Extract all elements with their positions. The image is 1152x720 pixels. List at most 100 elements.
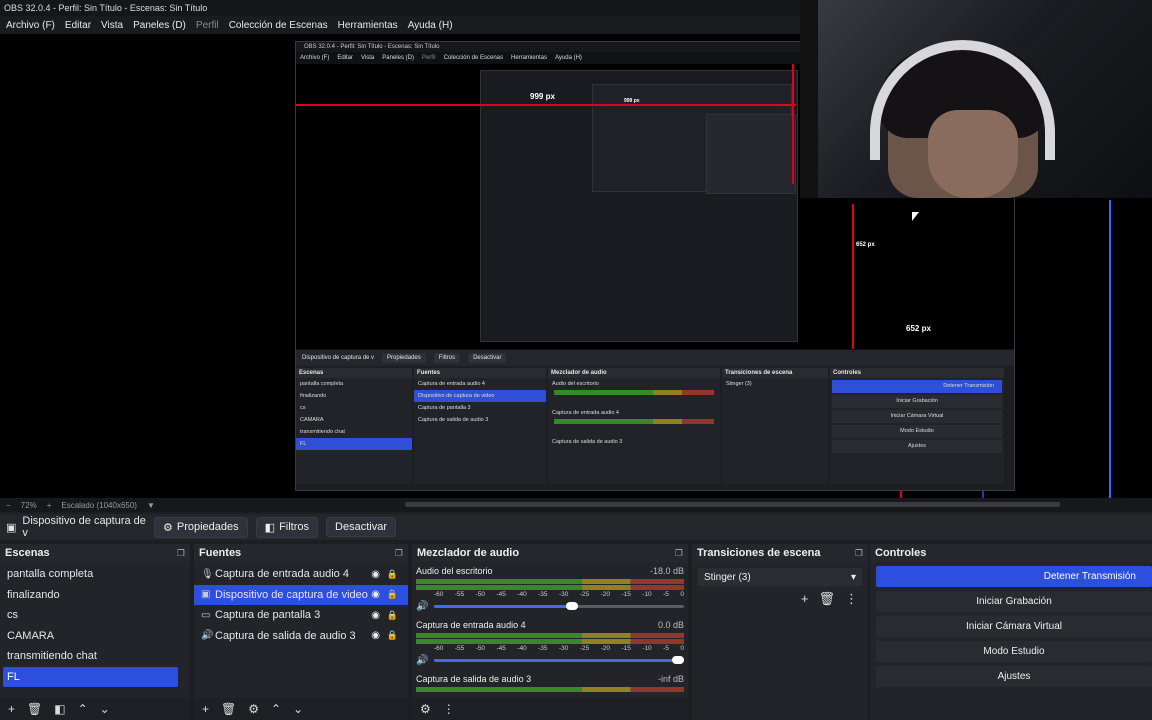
transition-select[interactable]: Stinger (3) ▾ (698, 568, 862, 586)
stop-streaming-button[interactable]: Detener Transmisión (876, 566, 1152, 587)
speaker-icon[interactable]: 🔊 (416, 655, 430, 666)
menu-vista[interactable]: Vista (101, 20, 123, 31)
menu-herramientas[interactable]: Herramientas (338, 20, 398, 31)
tick: -10 (642, 591, 652, 598)
scenes-header: Escenas ❐ (0, 544, 190, 562)
nested-source: Captura de salida de audio 3 (418, 417, 489, 423)
nested-scene: finalizando (300, 393, 327, 399)
start-virtual-camera-button[interactable]: Iniciar Cámara Virtual (876, 616, 1152, 637)
lock-icon[interactable]: 🔒 (387, 569, 398, 580)
studio-mode-button[interactable]: Modo Estudio (876, 641, 1152, 662)
volume-knob[interactable] (672, 656, 684, 664)
eye-icon[interactable]: ◉ (371, 630, 380, 641)
add-icon[interactable]: + (8, 702, 15, 716)
filter-icon: ◧ (264, 521, 276, 534)
nested-mixer-dock: Mezclador de audio Audio del escritorio … (548, 368, 720, 484)
headphones (870, 40, 1055, 160)
source-item-selected[interactable]: ▣ Dispositivo de captura de video ◉ 🔒 (194, 584, 408, 605)
track-db: -inf dB (657, 674, 684, 684)
trash-icon[interactable]: 🗑 (27, 702, 42, 716)
source-item[interactable]: ▭ Captura de pantalla 3 ◉ 🔒 (194, 605, 408, 626)
menu-paneles[interactable]: Paneles (D) (133, 20, 186, 31)
deactivate-button[interactable]: Desactivar (326, 517, 396, 537)
lock-icon[interactable]: 🔒 (387, 630, 398, 641)
volume-row: 🔊 (416, 655, 684, 666)
undock-icon[interactable]: ❐ (177, 548, 185, 559)
nested-control: Ajustes (832, 440, 1002, 453)
scale-dropdown-icon[interactable]: ▼ (147, 501, 155, 510)
scene-item[interactable]: transmitiendo chat (0, 646, 190, 667)
filters-label: Filtros (279, 521, 310, 533)
source-item[interactable]: 🎙 Captura de entrada audio 4 ◉ 🔒 (194, 564, 408, 585)
volume-knob[interactable] (565, 602, 578, 610)
volume-slider[interactable] (434, 656, 684, 664)
scene-item[interactable]: CAMARA (0, 626, 190, 647)
add-icon[interactable]: + (202, 702, 209, 716)
trash-icon[interactable]: 🗑 (221, 702, 236, 716)
menu-ayuda[interactable]: Ayuda (H) (408, 20, 453, 31)
nested-control: Detener Transmisión (832, 380, 1002, 393)
scene-item[interactable]: cs (0, 605, 190, 626)
settings-button[interactable]: Ajustes (876, 666, 1152, 687)
gear-icon[interactable]: ⚙ (420, 702, 431, 716)
webcam-feed[interactable] (800, 0, 1152, 198)
menu-perfil[interactable]: Perfil (196, 20, 219, 31)
scene-item[interactable]: finalizando (0, 585, 190, 606)
trash-icon[interactable]: 🗑 (818, 591, 835, 607)
menu-editar[interactable]: Editar (65, 20, 91, 31)
more-icon[interactable]: ⋮ (845, 591, 858, 607)
gear-icon[interactable]: ⚙ (248, 702, 259, 716)
eye-icon[interactable]: ◉ (371, 589, 380, 600)
nested-transitions-header: Transiciones de escena (722, 368, 828, 378)
camera-icon: ▣ (201, 589, 211, 601)
eye-icon[interactable]: ◉ (371, 610, 380, 621)
scene-item-selected[interactable]: FL (3, 666, 178, 687)
volume-slider[interactable] (434, 602, 684, 610)
transitions-title: Transiciones de escena (697, 547, 821, 559)
arrow-down-icon[interactable]: ⌄ (293, 702, 303, 716)
start-recording-button[interactable]: Iniciar Grabación (876, 591, 1152, 612)
tick: -30 (558, 645, 569, 652)
nested-menu-item: Herramientas (511, 55, 548, 61)
filter-icon[interactable]: ◧ (54, 702, 65, 716)
nested-controls-dock: Controles Detener Transmisión Iniciar Gr… (830, 368, 1004, 484)
eye-icon[interactable]: ◉ (371, 569, 380, 580)
undock-icon[interactable]: ❐ (855, 548, 863, 559)
menu-coleccion-escenas[interactable]: Colección de Escenas (229, 20, 328, 31)
gear-icon: ⚙ (163, 521, 173, 534)
nested-source: Captura de entrada audio 4 (418, 381, 485, 387)
arrow-up-icon[interactable]: ⌃ (78, 702, 88, 716)
source-item[interactable]: 🔊 Captura de salida de audio 3 ◉ 🔒 (194, 626, 408, 647)
window-titlebar: OBS 32.0.4 - Perfil: Sin Título - Escena… (0, 0, 800, 16)
undock-icon[interactable]: ❐ (395, 548, 403, 559)
menu-archivo[interactable]: Archivo (F) (6, 20, 55, 31)
chevron-down-icon: ▾ (850, 571, 856, 583)
zoom-in-icon[interactable]: + (47, 501, 52, 510)
undock-icon[interactable]: ❐ (675, 548, 683, 559)
selected-source-name: Dispositivo de captura de v (22, 515, 146, 539)
speaker-icon[interactable]: 🔊 (416, 601, 430, 612)
nested-mixer-track: Captura de salida de audio 3 (552, 439, 623, 445)
arrow-up-icon[interactable]: ⌃ (271, 702, 281, 716)
mixer-track: Audio del escritorio -18.0 dB -60 -55 -50 -4… (412, 562, 688, 616)
controls-title: Controles (875, 547, 927, 559)
properties-button[interactable]: ⚙ Propiedades (154, 516, 248, 538)
tick: -25 (579, 591, 590, 598)
tick: -20 (600, 645, 611, 652)
filters-button[interactable]: ◧ Filtros (255, 516, 319, 538)
lock-icon[interactable]: 🔒 (387, 589, 398, 600)
measure-label-right: 652 px (906, 324, 931, 333)
guide-line-right (1109, 200, 1111, 498)
nested-menu-item: Colección de Escenas (443, 55, 503, 61)
scene-item[interactable]: pantalla completa (0, 564, 190, 585)
volume-row: 🔊 (416, 601, 684, 612)
more-icon[interactable]: ⋮ (443, 702, 455, 716)
lock-icon[interactable]: 🔒 (387, 610, 398, 621)
microphone-icon: 🎙 (201, 568, 214, 580)
zoom-out-icon[interactable]: − (6, 501, 11, 510)
level-meter (416, 639, 684, 644)
arrow-down-icon[interactable]: ⌄ (100, 702, 110, 716)
nested-control: Iniciar Cámara Virtual (832, 410, 1002, 423)
preview-horizontal-scrollbar[interactable] (405, 502, 1060, 507)
add-icon[interactable]: + (801, 591, 809, 607)
